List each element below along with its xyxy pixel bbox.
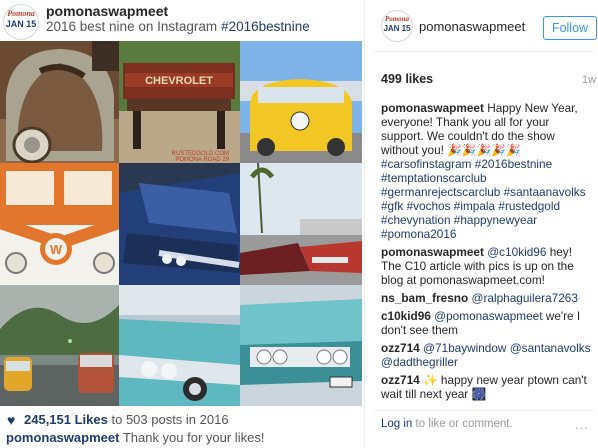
comment-item: c10kid96 @pomonaswapmeet we're I don't s… <box>381 309 593 337</box>
header-caption: 2016 best nine on Instagram #2016bestnine <box>46 19 310 34</box>
svg-text:W: W <box>50 242 63 257</box>
likes-count[interactable]: 499 likes <box>381 72 433 86</box>
bottom-likes-rest: to 503 posts in 2016 <box>111 412 229 427</box>
comment-item: pomonaswapmeet Happy New Year, everyone!… <box>381 101 593 241</box>
photo-blue-impala <box>119 163 240 285</box>
divider <box>374 51 595 52</box>
comment-mention[interactable]: @ralphaguilera7263 <box>471 291 577 305</box>
header-username[interactable]: pomonaswapmeet <box>46 3 168 19</box>
logo-text-bottom: JAN 15 <box>5 19 37 29</box>
login-link[interactable]: Log in <box>381 418 412 430</box>
comments-list: pomonaswapmeet Happy New Year, everyone!… <box>381 101 593 405</box>
post-username[interactable]: pomonaswapmeet <box>419 19 525 34</box>
photo-tile[interactable]: CHEVROLET RUSTEDGOLD.COM POMONA ROAD 29 <box>119 41 240 163</box>
photo-orange-vw-bus: W <box>0 163 119 285</box>
bottom-caption: pomonaswapmeet Thank you for your likes! <box>6 430 264 445</box>
comment-user[interactable]: c10kid96 <box>381 309 431 323</box>
photo-tile[interactable] <box>240 285 362 406</box>
follow-button[interactable]: Follow <box>543 16 597 40</box>
comment-user[interactable]: pomonaswapmeet <box>381 101 484 115</box>
header-caption-text: 2016 best nine on Instagram <box>46 19 218 34</box>
photo-tile[interactable] <box>240 163 362 285</box>
photo-yellow-vw-bus <box>240 41 362 163</box>
logo-text-top: Pomona <box>7 9 35 18</box>
photo-tile[interactable] <box>0 285 119 406</box>
avatar[interactable]: Pomona JAN 15 <box>381 10 413 42</box>
comment-mention[interactable]: @c10kid96 <box>487 245 546 259</box>
comment-item: ozz714 ✨ happy new year ptown can't wait… <box>381 373 593 401</box>
photo-vw-buses-rain <box>0 285 119 406</box>
photo-chevrolet-bench: CHEVROLET RUSTEDGOLD.COM POMONA ROAD 29 <box>119 41 240 163</box>
avatar-text-bottom: JAN 15 <box>383 24 411 33</box>
comment-item: ns_bam_fresno @ralphaguilera7263 <box>381 291 593 305</box>
comment-user[interactable]: pomonaswapmeet <box>381 245 484 259</box>
photo-tile[interactable] <box>119 163 240 285</box>
comment-user[interactable]: ozz714 <box>381 373 420 387</box>
photo-tile[interactable] <box>0 41 119 163</box>
best-nine-grid[interactable]: CHEVROLET RUSTEDGOLD.COM POMONA ROAD 29 <box>0 41 362 406</box>
bottom-likes-line: 245,151 Likes to 503 posts in 2016 <box>24 412 229 427</box>
photo-lowriders-parked <box>240 163 362 285</box>
comment-user[interactable]: ozz714 <box>381 341 420 355</box>
photo-rusted-vw-bug <box>0 41 119 163</box>
comment-item: pomonaswapmeet @c10kid96 hey! The C10 ar… <box>381 245 593 287</box>
post-time[interactable]: 1w <box>582 74 596 86</box>
heart-icon: ♥ <box>7 412 16 428</box>
more-options-icon[interactable]: ... <box>575 417 589 432</box>
avatar-text-top: Pomona <box>384 15 410 23</box>
bottom-caption-user[interactable]: pomonaswapmeet <box>6 430 119 445</box>
header-hashtag[interactable]: #2016bestnine <box>221 19 310 34</box>
photo-tile[interactable] <box>240 41 362 163</box>
divider <box>374 410 595 411</box>
photo-teal-impala-front <box>240 285 362 406</box>
photo-tile[interactable] <box>119 285 240 406</box>
pomona-logo[interactable]: Pomona JAN 15 <box>3 4 39 40</box>
comment-hashtags[interactable]: #carsofinstagram #2016bestnine #temptati… <box>381 157 586 241</box>
login-rest: to like or comment. <box>415 418 513 430</box>
comment-mention[interactable]: @pomonaswapmeet <box>434 309 542 323</box>
panel-divider <box>364 0 365 448</box>
bottom-likes-count: 245,151 Likes <box>24 412 108 427</box>
svg-text:CHEVROLET: CHEVROLET <box>145 75 213 87</box>
comment-item: ozz714 @71baywindow @santanavolks @dadth… <box>381 341 593 369</box>
photo-tile[interactable]: W <box>0 163 119 285</box>
bottom-caption-text: Thank you for your likes! <box>122 430 265 445</box>
photo-teal-impala <box>119 285 240 406</box>
comment-user[interactable]: ns_bam_fresno <box>381 291 468 305</box>
login-prompt: Log in to like or comment. <box>381 418 513 430</box>
